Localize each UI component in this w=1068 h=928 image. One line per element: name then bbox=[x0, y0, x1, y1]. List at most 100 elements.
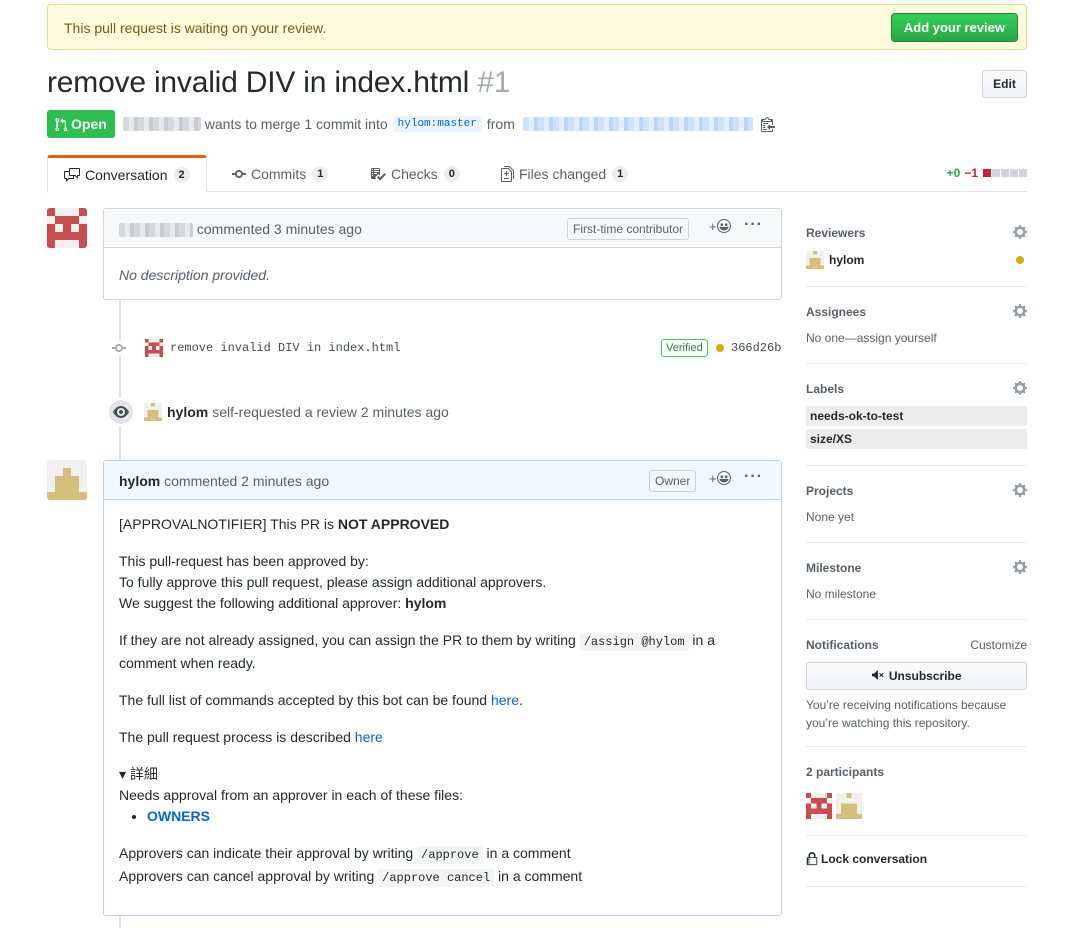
avatar[interactable] bbox=[836, 793, 862, 819]
review-request-event: hylom self-requested a review 2 minutes … bbox=[107, 398, 449, 426]
tab-counter: 2 bbox=[173, 167, 190, 183]
from-text: from bbox=[486, 116, 515, 132]
text: . bbox=[519, 692, 523, 708]
tab-checks[interactable]: Checks 0 bbox=[370, 155, 460, 192]
comment-header: commented 3 minutes ago First-time contr… bbox=[104, 209, 781, 248]
tab-files-changed[interactable]: Files changed 1 bbox=[501, 155, 629, 192]
text: Approvers can indicate their approval by… bbox=[119, 845, 418, 861]
tab-commits[interactable]: Commits 1 bbox=[232, 155, 329, 192]
comment-card: hylom commented 2 minutes ago Owner + ··… bbox=[103, 460, 782, 916]
assign-yourself-link[interactable]: No one—assign yourself bbox=[806, 331, 937, 345]
comment-options-icon[interactable]: ··· bbox=[744, 216, 763, 234]
text: The full list of commands accepted by th… bbox=[119, 692, 491, 708]
text: in a comment bbox=[482, 845, 571, 861]
avatar bbox=[806, 251, 824, 269]
avatar[interactable] bbox=[145, 339, 163, 357]
gear-icon[interactable] bbox=[1013, 559, 1027, 575]
commit-sha[interactable]: 366d26b bbox=[731, 341, 781, 355]
author-name-redacted[interactable] bbox=[119, 223, 193, 238]
tab-label: Conversation bbox=[85, 167, 168, 183]
comment-author[interactable]: hylom bbox=[119, 473, 160, 489]
paragraph: If they are not already assigned, you ca… bbox=[119, 630, 766, 674]
paragraph: This pull-request has been approved by: … bbox=[119, 551, 766, 614]
details-summary[interactable]: ▾ 詳細 bbox=[119, 764, 766, 785]
text: If they are not already assigned, you ca… bbox=[119, 632, 580, 648]
sidebar-heading: Milestone bbox=[806, 561, 862, 575]
mute-icon bbox=[872, 670, 885, 680]
state-badge: Open bbox=[47, 110, 115, 138]
comment-meta[interactable]: commented 3 minutes ago bbox=[197, 221, 362, 237]
comment-author-line: hylom commented 2 minutes ago bbox=[119, 473, 329, 489]
bold-text: hylom bbox=[405, 595, 447, 611]
pr-number: #1 bbox=[477, 66, 511, 99]
paragraph: Approvers can indicate their approval by… bbox=[119, 843, 766, 889]
details-block: ▾ 詳細 Needs approval from an approver in … bbox=[119, 764, 766, 827]
reviewer-name: hylom bbox=[829, 253, 865, 267]
pr-meta: Open wants to merge 1 commit into hylom:… bbox=[47, 110, 775, 138]
gear-icon[interactable] bbox=[1013, 303, 1027, 319]
avatar[interactable] bbox=[144, 403, 162, 421]
inline-code: /assign @hylom bbox=[579, 633, 689, 651]
sidebar-labels: Labels needs-ok-to-test size/XS bbox=[806, 380, 1027, 466]
sidebar-heading: Notifications bbox=[806, 638, 879, 652]
event-user[interactable]: hylom bbox=[167, 404, 208, 420]
text: We suggest the following additional appr… bbox=[119, 595, 406, 611]
unsubscribe-button[interactable]: Unsubscribe bbox=[806, 662, 1027, 690]
tab-label: Files changed bbox=[519, 165, 607, 182]
lock-conversation-button[interactable]: Lock conversation bbox=[806, 852, 927, 866]
merge-text: wants to merge 1 commit into bbox=[204, 116, 388, 132]
clipboard-icon[interactable] bbox=[760, 116, 775, 132]
label-size-xs[interactable]: size/XS bbox=[806, 429, 1027, 449]
projects-value: None yet bbox=[806, 510, 855, 524]
tab-label: Commits bbox=[251, 165, 307, 182]
gear-icon[interactable] bbox=[1013, 224, 1027, 240]
add-reaction-button[interactable]: + bbox=[709, 471, 731, 486]
comment-header: hylom commented 2 minutes ago Owner + ··… bbox=[104, 461, 781, 500]
contributor-badge: First-time contributor bbox=[567, 218, 690, 240]
file-diff-icon bbox=[501, 165, 514, 182]
avatar[interactable] bbox=[47, 460, 87, 500]
process-link[interactable]: here bbox=[355, 729, 383, 745]
comment-meta[interactable]: commented 2 minutes ago bbox=[164, 473, 329, 489]
customize-link[interactable]: Customize bbox=[970, 638, 1027, 652]
sidebar-projects: Projects None yet bbox=[806, 482, 1027, 543]
label-needs-ok-to-test[interactable]: needs-ok-to-test bbox=[806, 406, 1027, 426]
sidebar-reviewers: Reviewers hylom bbox=[806, 224, 1027, 287]
sidebar-milestone: Milestone No milestone bbox=[806, 559, 1027, 620]
tab-label: Checks bbox=[391, 165, 438, 182]
edit-button[interactable]: Edit bbox=[982, 70, 1027, 98]
text: [APPROVALNOTIFIER] This PR is bbox=[119, 516, 338, 532]
review-pending-icon bbox=[1016, 256, 1024, 264]
owners-link[interactable]: OWNERS bbox=[147, 808, 210, 824]
author-name-redacted[interactable] bbox=[122, 117, 201, 131]
tab-conversation[interactable]: Conversation 2 bbox=[47, 155, 207, 193]
comment-discussion-icon bbox=[64, 168, 80, 182]
unsubscribe-label: Unsubscribe bbox=[888, 669, 962, 683]
owner-badge: Owner bbox=[649, 470, 697, 492]
text: in a comment bbox=[494, 868, 583, 884]
lock-icon bbox=[806, 852, 818, 866]
avatar[interactable] bbox=[806, 793, 832, 819]
sidebar-assignees: Assignees No one—assign yourself bbox=[806, 303, 1027, 364]
deletions: −1 bbox=[964, 166, 978, 180]
paragraph: [APPROVALNOTIFIER] This PR is NOT APPROV… bbox=[119, 514, 766, 535]
text: The pull request process is described bbox=[119, 729, 355, 745]
commands-link[interactable]: here bbox=[491, 692, 519, 708]
add-reaction-button[interactable]: + bbox=[709, 219, 731, 234]
commit-message[interactable]: remove invalid DIV in index.html bbox=[170, 341, 400, 355]
gear-icon[interactable] bbox=[1013, 482, 1027, 498]
sidebar-heading: 2 participants bbox=[806, 765, 885, 779]
status-pending-icon[interactable] bbox=[716, 344, 724, 352]
pull-request-icon bbox=[55, 117, 67, 131]
head-branch-redacted[interactable] bbox=[522, 117, 753, 131]
base-branch[interactable]: hylom:master bbox=[392, 116, 482, 132]
verified-badge[interactable]: Verified bbox=[661, 339, 708, 357]
add-review-button[interactable]: Add your review bbox=[890, 13, 1018, 42]
text: you’re watching this repository. bbox=[806, 716, 970, 730]
reviewer-item[interactable]: hylom bbox=[806, 251, 864, 269]
gear-icon[interactable] bbox=[1013, 380, 1027, 396]
sidebar-notifications: Notifications Customize Unsubscribe You’… bbox=[806, 638, 1027, 747]
avatar[interactable] bbox=[47, 208, 87, 248]
comment-options-icon[interactable]: ··· bbox=[744, 468, 763, 486]
milestone-value: No milestone bbox=[806, 587, 877, 601]
